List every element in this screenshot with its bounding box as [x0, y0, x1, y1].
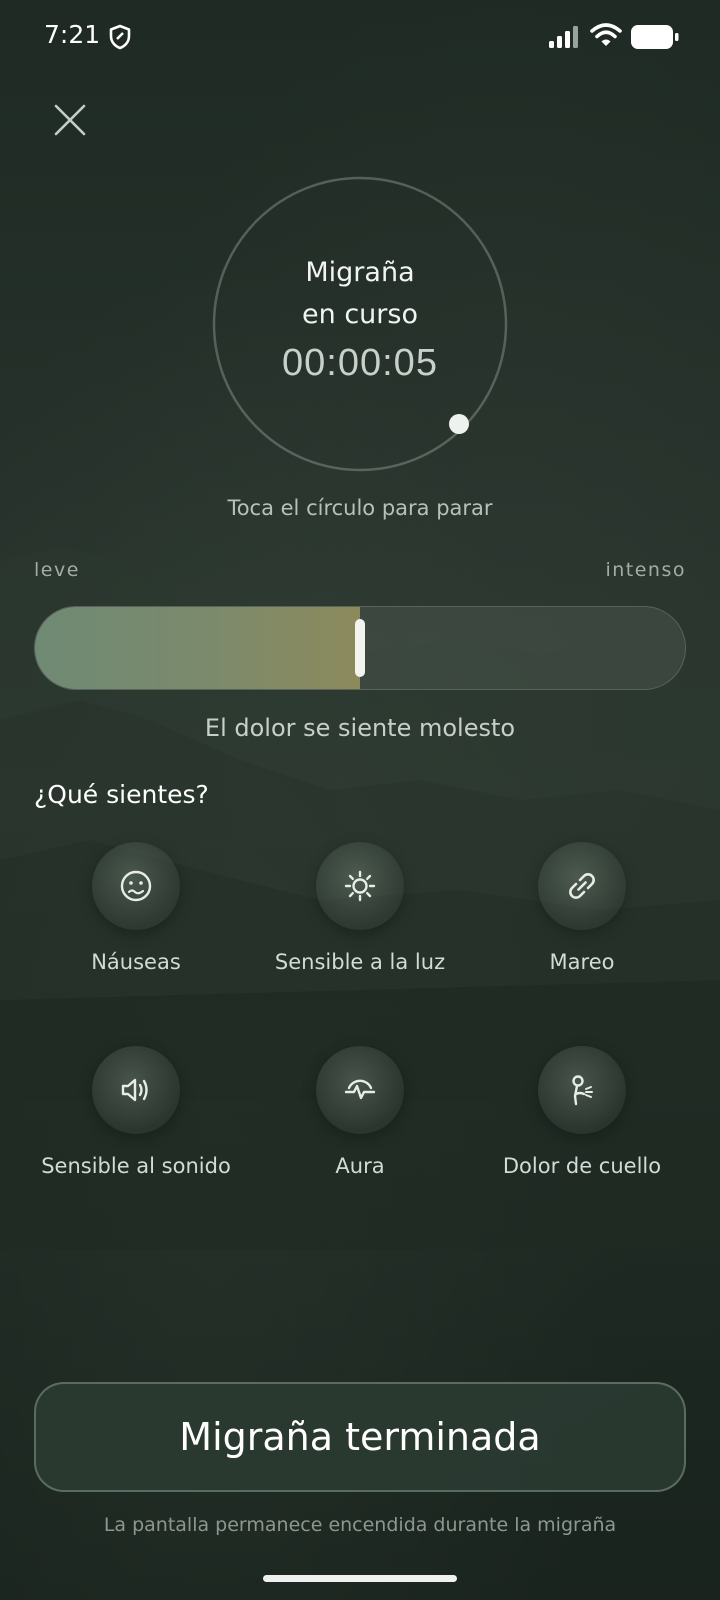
pain-slider-handle[interactable] [355, 619, 365, 677]
speaker-icon [121, 1078, 148, 1102]
symptom-neck-pain[interactable]: Dolor de cuello [462, 1046, 702, 1178]
pain-scale-low-label: leve [34, 559, 80, 581]
symptom-nauseas[interactable]: Náuseas [16, 842, 256, 974]
symptom-label: Sensible a la luz [274, 950, 446, 974]
symptom-label: Sensible al sonido [41, 1154, 231, 1178]
link-icon [569, 873, 595, 899]
symptom-button[interactable] [92, 1046, 180, 1134]
timer-title-line2: en curso [302, 299, 418, 330]
shield-icon [109, 24, 131, 50]
timer-title-line1: Migraña [305, 257, 415, 288]
symptoms-title: ¿Qué sientes? [34, 780, 209, 809]
pain-slider-fill [35, 607, 360, 689]
symptom-label: Náuseas [91, 950, 181, 974]
symptom-label: Dolor de cuello [502, 1154, 662, 1178]
pain-description: El dolor se siente molesto [204, 714, 516, 742]
wifi-icon [590, 23, 622, 46]
symptom-aura[interactable]: Aura [240, 1046, 480, 1178]
symptom-label: Aura [335, 1154, 385, 1178]
timer-elapsed: 00:00:05 [282, 342, 438, 384]
nausea-face-icon [120, 870, 152, 902]
symptom-button[interactable] [316, 1046, 404, 1134]
symptom-button[interactable] [316, 842, 404, 930]
signal-icon [549, 26, 578, 48]
pulse-wave-icon [344, 1079, 376, 1100]
symptom-sound-sensitivity[interactable]: Sensible al sonido [16, 1046, 256, 1178]
status-time: 7:21 [44, 20, 101, 49]
close-icon[interactable] [50, 100, 90, 140]
screen-on-note: La pantalla permanece encendida durante … [103, 1514, 617, 1536]
pain-scale-high-label: intenso [605, 559, 686, 581]
symptom-label: Mareo [549, 950, 615, 974]
timer-circle[interactable]: Migraña en curso 00:00:05 [208, 172, 512, 476]
timer-title: Migraña en curso [208, 252, 512, 336]
timer-hint: Toca el círculo para parar [227, 496, 493, 520]
neck-person-icon [572, 1075, 593, 1106]
timer-progress-dot [449, 414, 469, 434]
symptom-button[interactable] [538, 842, 626, 930]
symptom-dizziness[interactable]: Mareo [462, 842, 702, 974]
symptom-light-sensitivity[interactable]: Sensible a la luz [240, 842, 480, 974]
status-bar: 7:21 [0, 0, 720, 72]
sun-icon [344, 870, 376, 902]
symptom-button[interactable] [538, 1046, 626, 1134]
finish-migraine-button[interactable]: Migraña terminada [34, 1382, 686, 1492]
symptom-button[interactable] [92, 842, 180, 930]
pain-slider[interactable] [34, 606, 686, 690]
home-indicator[interactable] [263, 1575, 457, 1582]
battery-icon [631, 25, 679, 49]
